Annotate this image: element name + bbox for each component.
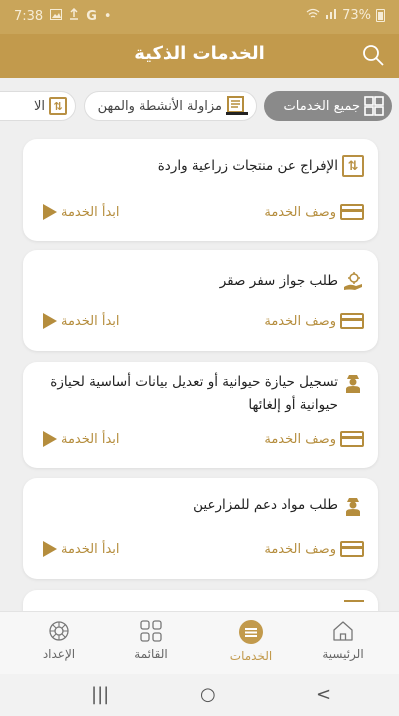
exchange-icon: ⇅ bbox=[49, 97, 67, 115]
tab-label: مزاولة الأنشطة والمهن bbox=[97, 98, 222, 114]
upload-icon bbox=[69, 7, 79, 24]
home-icon bbox=[333, 621, 353, 641]
card-icon bbox=[340, 204, 364, 220]
card-icon bbox=[340, 541, 364, 557]
app-header: الخدمات الذكية bbox=[0, 34, 399, 78]
play-icon bbox=[43, 313, 57, 329]
service-description-link[interactable]: وصف الخدمة bbox=[264, 204, 364, 220]
battery-percent: 73% bbox=[342, 8, 371, 23]
system-nav-bar: ||| ○ < bbox=[0, 674, 399, 716]
start-service-button[interactable]: ابدأ الخدمة bbox=[43, 313, 120, 329]
service-description-label: وصف الخدمة bbox=[264, 204, 336, 220]
play-icon bbox=[43, 541, 57, 557]
nav-label: الخدمات bbox=[229, 649, 273, 663]
service-card: ⇅ الإفراج عن منتجات زراعية واردة وصف الخ… bbox=[23, 139, 378, 241]
tab-all-services[interactable]: جميع الخدمات bbox=[264, 91, 392, 121]
services-icon bbox=[239, 620, 263, 644]
dot-icon: • bbox=[103, 8, 112, 24]
service-description-label: وصف الخدمة bbox=[264, 431, 336, 447]
service-card: طلب جواز سفر صقر وصف الخدمة ابدأ الخدمة bbox=[23, 250, 378, 351]
recent-apps-button[interactable]: ||| bbox=[91, 684, 109, 705]
service-title: طلب مواد دعم للمزارعين bbox=[193, 497, 338, 513]
filter-tabs: جميع الخدمات مزاولة الأنشطة والمهن ⇅ الا bbox=[0, 91, 399, 123]
start-service-button[interactable]: ابدأ الخدمة bbox=[43, 431, 120, 447]
start-service-button[interactable]: ابدأ الخدمة bbox=[43, 204, 120, 220]
nav-item-settings[interactable]: الإعداد bbox=[19, 619, 99, 661]
tab-label: الا bbox=[33, 98, 45, 114]
search-icon[interactable] bbox=[361, 43, 385, 67]
service-title: طلب جواز سفر صقر bbox=[219, 273, 338, 289]
card-icon bbox=[340, 313, 364, 329]
nav-label: الإعداد bbox=[42, 647, 76, 661]
tab-partial[interactable]: ⇅ الا bbox=[0, 91, 76, 121]
grid-icon bbox=[364, 96, 384, 116]
service-card: طلب مواد دعم للمزارعين وصف الخدمة ابدأ ا… bbox=[23, 478, 378, 579]
start-service-button[interactable]: ابدأ الخدمة bbox=[43, 541, 120, 557]
service-description-link[interactable]: وصف الخدمة bbox=[264, 313, 364, 329]
tab-label: جميع الخدمات bbox=[283, 98, 360, 114]
service-description-label: وصف الخدمة bbox=[264, 313, 336, 329]
nav-item-menu[interactable]: القائمة bbox=[111, 619, 191, 661]
service-description-link[interactable]: وصف الخدمة bbox=[264, 541, 364, 557]
farmer-icon bbox=[346, 498, 360, 516]
page-title: الخدمات الذكية bbox=[134, 43, 265, 64]
gallery-icon bbox=[50, 8, 63, 24]
signal-icon bbox=[325, 8, 337, 23]
card-icon bbox=[344, 600, 364, 610]
service-card: تسجيل حيازة حيوانية أو تعديل بيانات أساس… bbox=[23, 362, 378, 468]
exchange-icon: ⇅ bbox=[342, 155, 364, 177]
license-icon bbox=[226, 96, 248, 115]
service-description-link[interactable]: وصف الخدمة bbox=[264, 431, 364, 447]
play-icon bbox=[43, 431, 57, 447]
status-time: 7:38 bbox=[14, 8, 44, 24]
start-service-label: ابدأ الخدمة bbox=[61, 204, 120, 220]
nav-label: الرئيسية bbox=[322, 647, 364, 661]
back-button[interactable]: < bbox=[316, 684, 331, 705]
service-title: الإفراج عن منتجات زراعية واردة bbox=[157, 158, 338, 174]
settings-icon bbox=[49, 621, 69, 641]
service-description-label: وصف الخدمة bbox=[264, 541, 336, 557]
battery-icon bbox=[376, 9, 385, 22]
nav-label: القائمة bbox=[134, 647, 168, 661]
start-service-label: ابدأ الخدمة bbox=[61, 431, 120, 447]
wifi-icon bbox=[306, 8, 320, 23]
menu-grid-icon bbox=[140, 620, 162, 642]
falcon-hand-icon bbox=[344, 272, 362, 290]
nav-item-services[interactable]: الخدمات bbox=[211, 619, 291, 663]
start-service-label: ابدأ الخدمة bbox=[61, 541, 120, 557]
home-button[interactable]: ○ bbox=[200, 684, 216, 705]
tab-activities-professions[interactable]: مزاولة الأنشطة والمهن bbox=[84, 91, 257, 121]
card-icon bbox=[340, 431, 364, 447]
nav-item-home[interactable]: الرئيسية bbox=[303, 619, 383, 661]
farmer-icon bbox=[346, 375, 360, 393]
status-bar: 7:38 G • 73% bbox=[0, 0, 399, 34]
google-icon: G bbox=[86, 8, 97, 24]
play-icon bbox=[43, 204, 57, 220]
start-service-label: ابدأ الخدمة bbox=[61, 313, 120, 329]
service-title: تسجيل حيازة حيوانية أو تعديل بيانات أساس… bbox=[50, 374, 338, 413]
bottom-nav: الإعداد القائمة الخدمات الرئيسية bbox=[0, 611, 399, 674]
